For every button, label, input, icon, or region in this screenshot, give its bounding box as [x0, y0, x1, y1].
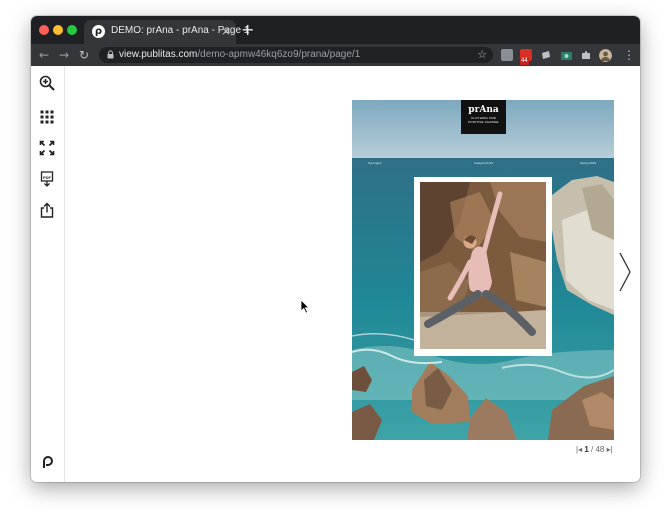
- pdf-download-icon[interactable]: PDF: [39, 171, 55, 187]
- last-page-icon[interactable]: ▸|: [607, 445, 613, 454]
- url-text: view.publitas.com/demo-apmw46kq6zo9/pran…: [119, 49, 360, 60]
- viewer-sidebar: PDF: [31, 66, 65, 482]
- first-page-icon[interactable]: |◂: [576, 445, 582, 454]
- new-tab-button[interactable]: +: [241, 22, 254, 38]
- prana-logo: prAna CLOTHING FOR POSITIVE CHANGE: [461, 100, 506, 134]
- url-domain: view.publitas.com: [119, 49, 198, 60]
- puzzle-extensions-icon[interactable]: [580, 49, 592, 61]
- grid-overview-icon[interactable]: [39, 109, 55, 125]
- fullscreen-icon[interactable]: [39, 140, 55, 156]
- svg-text:PDF: PDF: [43, 175, 52, 180]
- yoga-pose-image: [420, 182, 546, 349]
- next-page-arrow-icon[interactable]: [618, 252, 632, 292]
- forward-arrow-icon[interactable]: →: [59, 47, 69, 63]
- page-indicator: |◂ 1 / 48 ▸|: [576, 445, 613, 455]
- browser-menu-icon[interactable]: ⋮: [623, 47, 635, 63]
- yoga-photo: [420, 182, 546, 349]
- zoom-in-icon[interactable]: [39, 75, 55, 91]
- share-icon[interactable]: [39, 202, 55, 218]
- tab-bar: ρ DEMO: prAna - prAna - Page 1 × +: [31, 16, 640, 44]
- publitas-logo-icon[interactable]: [39, 453, 55, 469]
- lock-icon: [107, 50, 114, 59]
- reload-icon[interactable]: ↻: [79, 47, 89, 63]
- browser-window: ρ DEMO: prAna - prAna - Page 1 × + ← → ↻…: [31, 16, 640, 482]
- cast-icon[interactable]: [540, 49, 552, 61]
- address-bar[interactable]: view.publitas.com/demo-apmw46kq6zo9/pran…: [99, 47, 493, 63]
- maximize-window-button[interactable]: [67, 25, 77, 35]
- tab-active[interactable]: ρ DEMO: prAna - prAna - Page 1 ×: [84, 20, 249, 44]
- cover-label-right: Spring 2019: [580, 161, 597, 165]
- viewer-area: PDF prAna CLOTHING FOR POSITIVE CHANGE S…: [31, 66, 640, 482]
- logo-brand: prAna: [468, 105, 499, 115]
- back-arrow-icon[interactable]: ←: [39, 47, 49, 63]
- cover-label-center: Category/5.23: [474, 161, 493, 165]
- screenshot-extension-icon[interactable]: [560, 49, 573, 62]
- cover-label-left: Synergies: [368, 161, 382, 165]
- extension-icon[interactable]: [501, 49, 513, 61]
- close-window-button[interactable]: [39, 25, 49, 35]
- mouse-cursor-icon: [300, 299, 310, 314]
- minimize-window-button[interactable]: [53, 25, 63, 35]
- browser-toolbar: ← → ↻ view.publitas.com/demo-apmw46kq6zo…: [31, 44, 640, 66]
- total-pages: 48: [595, 445, 605, 454]
- bookmark-star-icon[interactable]: ☆: [477, 48, 487, 62]
- tab-close-icon[interactable]: ×: [221, 24, 231, 38]
- logo-tagline-2: POSITIVE CHANGE: [468, 120, 499, 124]
- profile-avatar[interactable]: [599, 49, 612, 62]
- extension-badge: 44: [520, 58, 529, 65]
- magazine-cover-page[interactable]: prAna CLOTHING FOR POSITIVE CHANGE Syner…: [352, 100, 614, 440]
- publitas-favicon-icon: ρ: [92, 25, 105, 38]
- cover-photo-frame: [414, 177, 552, 356]
- url-path: /demo-apmw46kq6zo9/prana/page/1: [197, 49, 361, 60]
